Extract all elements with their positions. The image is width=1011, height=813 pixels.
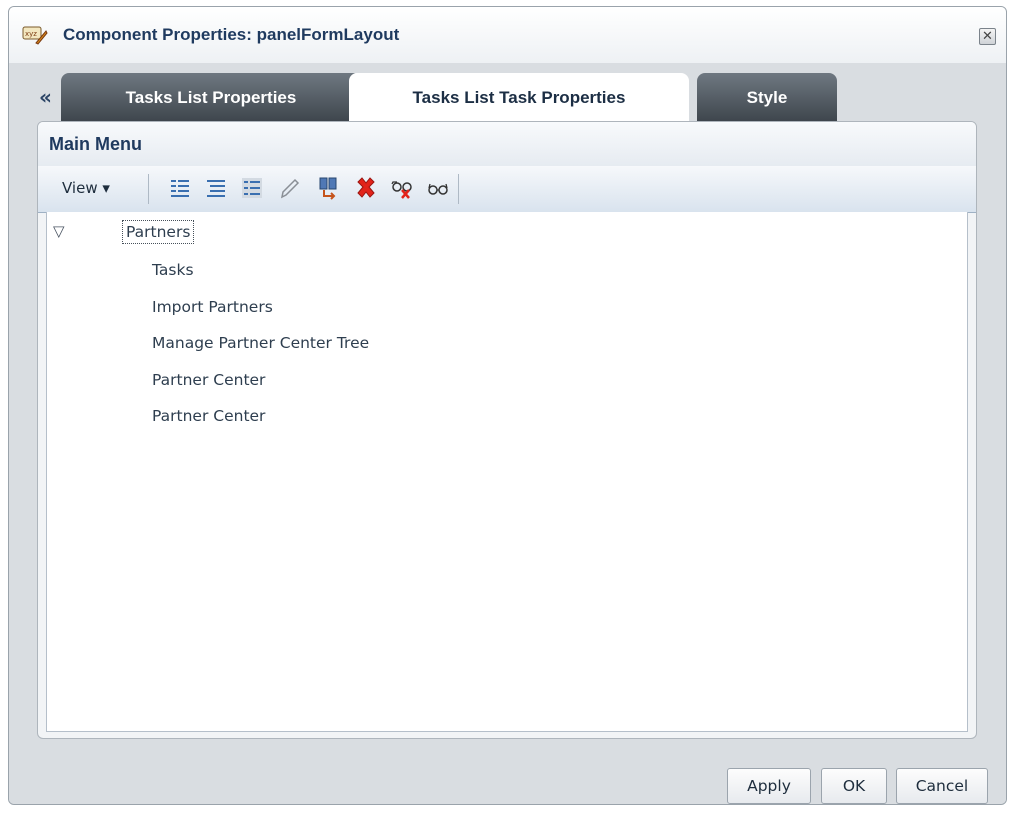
svg-text:xyz: xyz [25, 30, 37, 38]
ok-button[interactable]: OK [821, 768, 887, 804]
apply-button[interactable]: Apply [727, 768, 811, 804]
view-menu-button[interactable]: View ▾ [62, 179, 110, 197]
tab-style[interactable]: Style [697, 73, 837, 121]
menu-tree: ▽ Partners Tasks Import Partners Manage … [46, 212, 968, 732]
tree-node[interactable]: Partner Center [152, 371, 265, 389]
tab-bar: « Tasks List Properties Tasks List Task … [9, 63, 1006, 121]
expand-toggle-icon[interactable]: ▽ [53, 222, 65, 240]
show-icon[interactable] [426, 176, 450, 200]
tab-tasks-list-task-properties[interactable]: Tasks List Task Properties [349, 73, 689, 121]
panel-title: Main Menu [49, 134, 142, 154]
properties-icon: xyz [22, 26, 48, 45]
dialog-footer: Apply OK Cancel [9, 754, 1006, 804]
tab-label: Tasks List Properties [125, 88, 297, 107]
hide-icon[interactable] [390, 176, 414, 200]
tree-toolbar: View ▾ [38, 166, 976, 213]
tab-label: Style [746, 88, 788, 107]
collapse-all-icon[interactable] [204, 176, 228, 200]
toolbar-separator [148, 174, 149, 204]
main-menu-panel: Main Menu View ▾ ▽ Partners Tasks Import… [37, 121, 977, 739]
tab-label: Tasks List Task Properties [412, 88, 626, 107]
indent-icon[interactable] [240, 176, 264, 200]
tab-tasks-list-properties[interactable]: Tasks List Properties [61, 73, 361, 121]
tree-node-partners[interactable]: Partners [122, 220, 195, 244]
panel-header: Main Menu [38, 122, 976, 167]
tree-node[interactable]: Partner Center [152, 407, 265, 425]
close-icon[interactable]: ✕ [979, 28, 996, 45]
insert-icon[interactable] [316, 176, 340, 200]
dialog-title: Component Properties: panelFormLayout [63, 25, 400, 44]
edit-icon[interactable] [278, 176, 302, 200]
tree-node[interactable]: Manage Partner Center Tree [152, 334, 369, 352]
collapse-tabs-icon[interactable]: « [39, 85, 52, 109]
dialog-titlebar: xyz Component Properties: panelFormLayou… [9, 7, 1006, 64]
component-properties-dialog: xyz Component Properties: panelFormLayou… [8, 6, 1007, 805]
toolbar-separator [458, 174, 459, 204]
cancel-button[interactable]: Cancel [896, 768, 988, 804]
tree-node[interactable]: Import Partners [152, 298, 273, 316]
delete-icon[interactable] [354, 176, 378, 200]
expand-all-icon[interactable] [168, 176, 192, 200]
tree-node[interactable]: Tasks [152, 261, 194, 279]
